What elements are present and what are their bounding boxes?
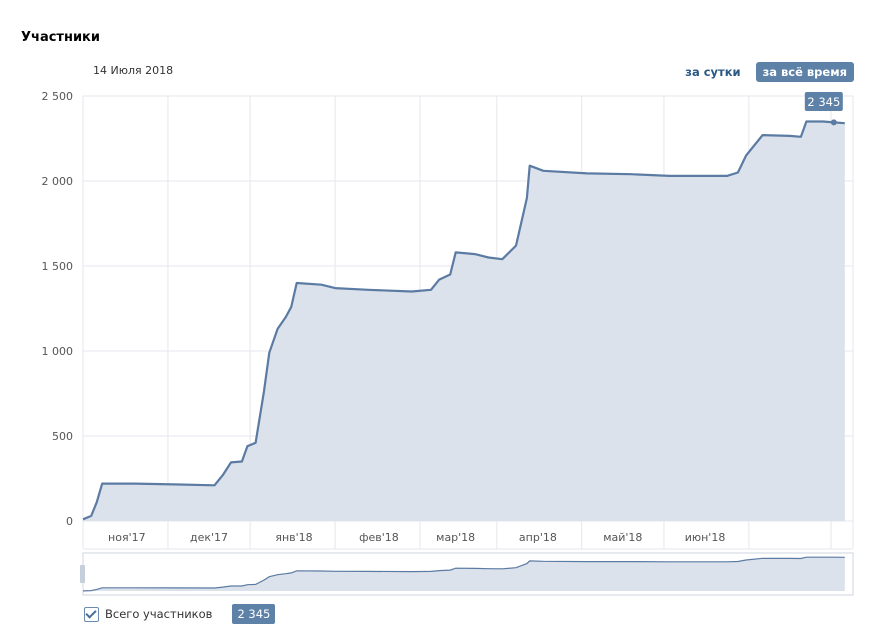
series-checkbox[interactable] (84, 606, 99, 622)
legend-value-badge: 2 345 (232, 604, 276, 624)
x-tick-label: апр'18 (519, 531, 557, 544)
x-tick-label: янв'18 (275, 531, 312, 544)
x-tick-label: фев'18 (359, 531, 399, 544)
tooltip-value: 2 345 (807, 95, 840, 109)
y-tick-label: 1 000 (42, 345, 74, 358)
hover-point (830, 119, 837, 126)
members-chart[interactable]: 0 500 1 000 1 500 2 000 2 500 ноя'17 дек'17 янв… (0, 0, 880, 639)
y-tick-label: 500 (52, 430, 73, 443)
navigator-handle-left (80, 565, 85, 583)
y-tick-label: 1 500 (42, 260, 74, 273)
y-tick-label: 0 (66, 515, 73, 528)
y-tick-label: 2 500 (42, 90, 74, 103)
x-tick-label: мар'18 (436, 531, 475, 544)
legend-label: Всего участников (105, 607, 213, 621)
x-tick-label: дек'17 (190, 531, 228, 544)
x-tick-label: май'18 (603, 531, 642, 544)
x-tick-label: ноя'17 (108, 531, 146, 544)
y-tick-label: 2 000 (42, 175, 74, 188)
legend: Всего участников 2 345 (84, 604, 276, 624)
x-tick-label: июн'18 (685, 531, 726, 544)
